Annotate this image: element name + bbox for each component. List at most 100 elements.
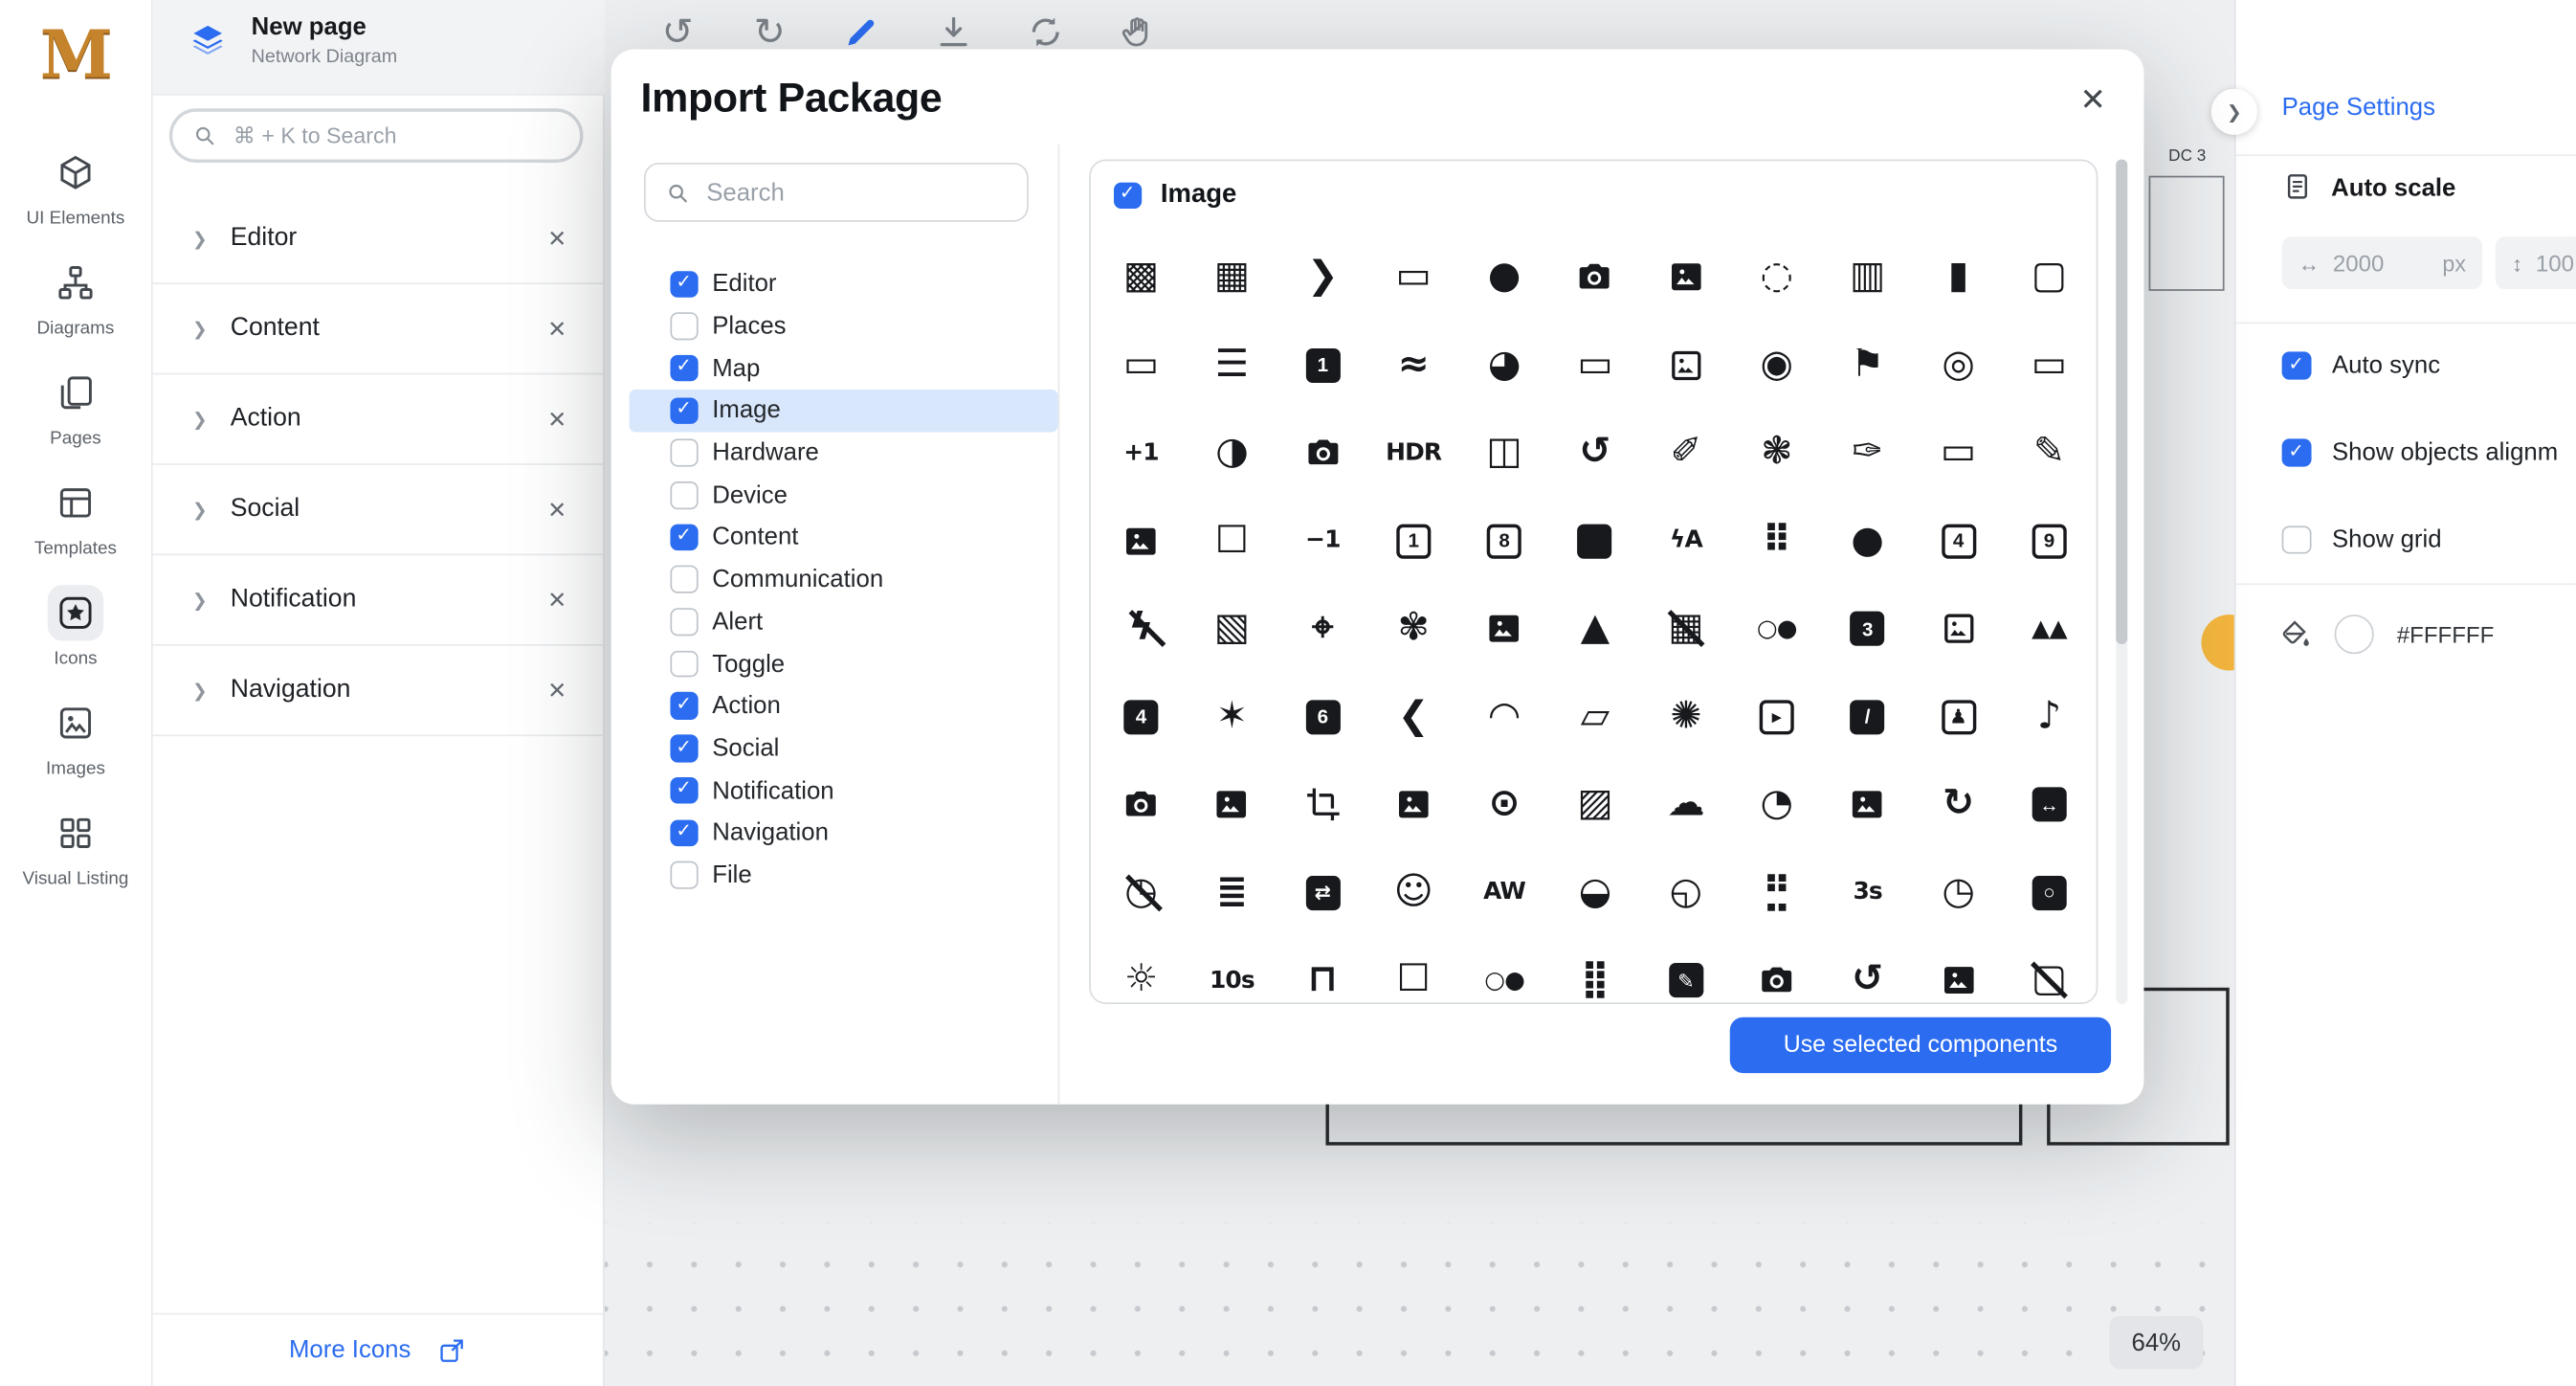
checkbox[interactable] bbox=[670, 397, 697, 424]
edit-pen-button[interactable] bbox=[841, 11, 882, 53]
filter-4-icon[interactable]: 4 bbox=[1942, 524, 1976, 558]
exposure-plus-1-icon[interactable]: +1 bbox=[1123, 440, 1158, 466]
filter-center-focus-icon[interactable]: ⌖ bbox=[1312, 610, 1333, 647]
chevron-right-icon[interactable]: ❯ bbox=[192, 589, 208, 610]
sidebar-item-visual-listing[interactable]: Visual Listing bbox=[0, 805, 152, 889]
rotate-left-icon[interactable]: ↺ bbox=[1852, 962, 1883, 999]
burst-mode-icon[interactable]: ▥ bbox=[1850, 258, 1885, 296]
category-navigation[interactable]: Navigation bbox=[630, 812, 1058, 854]
portrait-icon[interactable]: ♟ bbox=[1942, 700, 1976, 734]
checkbox[interactable] bbox=[670, 439, 697, 466]
add-a-photo-icon[interactable] bbox=[1576, 258, 1613, 296]
height-input[interactable]: ↕ bbox=[2496, 236, 2576, 289]
checkbox[interactable] bbox=[670, 608, 697, 635]
close-icon[interactable]: ✕ bbox=[547, 405, 566, 433]
checkbox[interactable] bbox=[670, 735, 697, 762]
wb-cloudy-icon[interactable]: ☁ bbox=[1667, 786, 1704, 823]
timer-icon[interactable]: ◷ bbox=[1942, 874, 1974, 911]
panorama-icon[interactable]: ▱ bbox=[1581, 698, 1610, 735]
checkbox[interactable] bbox=[670, 355, 697, 382]
adjust-icon[interactable]: ○● bbox=[1757, 615, 1797, 641]
external-link-icon[interactable] bbox=[437, 1335, 467, 1365]
sync-button[interactable] bbox=[1025, 11, 1066, 53]
checkbox[interactable] bbox=[670, 693, 697, 720]
paint-bucket-icon[interactable] bbox=[2278, 618, 2311, 651]
looks-4-icon[interactable]: 4 bbox=[1124, 700, 1159, 734]
setting-auto-sync[interactable]: Auto sync bbox=[2236, 322, 2576, 409]
category-content[interactable]: Content bbox=[630, 516, 1058, 558]
timer-off-icon[interactable]: ◷ bbox=[1124, 874, 1157, 911]
looks-one-icon[interactable]: 1 bbox=[1305, 348, 1340, 383]
checkbox[interactable] bbox=[670, 777, 697, 804]
crop-3-2-icon[interactable]: ▭ bbox=[1123, 346, 1159, 384]
undo-button[interactable]: ↺ bbox=[657, 11, 699, 53]
photo-album-icon[interactable] bbox=[1578, 524, 1612, 558]
chevron-right-icon[interactable]: ❯ bbox=[192, 409, 208, 430]
redo-button[interactable]: ↻ bbox=[749, 11, 790, 53]
filter-9-icon[interactable]: 9 bbox=[2032, 524, 2066, 558]
blur-linear-icon[interactable]: ▧ bbox=[1214, 610, 1250, 647]
use-selected-components-button[interactable]: Use selected components bbox=[1730, 1017, 2111, 1073]
category-notification[interactable]: Notification bbox=[630, 770, 1058, 812]
flare-icon[interactable]: ✶ bbox=[1216, 698, 1248, 735]
checkbox[interactable] bbox=[670, 313, 697, 340]
rotate-right-icon[interactable]: ↻ bbox=[1943, 786, 1974, 823]
category-image[interactable]: Image bbox=[630, 390, 1058, 432]
chevron-right-icon[interactable]: ❯ bbox=[192, 318, 208, 339]
fill-color-swatch[interactable] bbox=[2335, 615, 2374, 654]
image-not-supported-icon[interactable]: ▢ bbox=[2032, 962, 2067, 999]
checkbox[interactable] bbox=[670, 566, 697, 592]
wallpaper-icon[interactable] bbox=[1394, 786, 1432, 823]
modal-search[interactable] bbox=[644, 163, 1029, 222]
photo-icon[interactable] bbox=[1667, 346, 1704, 384]
checkbox[interactable] bbox=[670, 271, 697, 298]
checkbox[interactable] bbox=[2282, 351, 2311, 380]
modal-search-input[interactable] bbox=[703, 177, 1027, 209]
setting-show-objects-alignm[interactable]: Show objects alignm bbox=[2236, 409, 2576, 496]
icons-search-input[interactable] bbox=[230, 122, 580, 149]
timer-3-icon[interactable]: 3s bbox=[1853, 880, 1881, 905]
iso-icon[interactable]: ⣛ bbox=[1762, 874, 1791, 911]
zoom-level-badge[interactable]: 64% bbox=[2109, 1316, 2203, 1369]
filter-3-icon[interactable]: 3 bbox=[1851, 612, 1885, 646]
icon-section-editor[interactable]: ❯Editor✕ bbox=[153, 194, 603, 284]
color-lens-icon[interactable]: ◔ bbox=[1761, 786, 1793, 823]
chevron-right-icon[interactable]: ❯ bbox=[192, 228, 208, 249]
chevron-right-icon[interactable]: ❯ bbox=[192, 499, 208, 520]
palette-icon[interactable]: ◕ bbox=[1488, 346, 1521, 384]
switch-camera-icon[interactable]: ↔ bbox=[2032, 788, 2066, 822]
looks-icon[interactable]: ◠ bbox=[1490, 698, 1519, 735]
flash-off-icon[interactable]: ϟ bbox=[1128, 610, 1153, 647]
filter-1-icon[interactable]: 1 bbox=[1396, 524, 1431, 558]
crop-din-icon[interactable]: ▭ bbox=[1577, 346, 1612, 384]
category-social[interactable]: Social bbox=[630, 727, 1058, 770]
category-action[interactable]: Action bbox=[630, 685, 1058, 727]
checkbox[interactable] bbox=[670, 861, 697, 888]
page-settings-link[interactable]: Page Settings bbox=[2282, 94, 2435, 122]
insert-photo-icon[interactable] bbox=[1213, 786, 1251, 823]
center-focus-strong-icon[interactable]: ◉ bbox=[1761, 346, 1793, 384]
slideshow-icon[interactable]: ▸ bbox=[1760, 700, 1794, 734]
camera-roll-icon[interactable]: ○ bbox=[2032, 876, 2066, 910]
photo-camera-icon[interactable] bbox=[1304, 435, 1342, 472]
category-toggle[interactable]: Toggle bbox=[630, 643, 1058, 685]
close-icon[interactable]: ✕ bbox=[547, 586, 566, 614]
app-logo[interactable]: M bbox=[0, 16, 153, 94]
category-hardware[interactable]: Hardware bbox=[630, 432, 1058, 474]
camera-enhance-icon[interactable] bbox=[1758, 962, 1795, 999]
crop-free-icon[interactable]: ☐ bbox=[1215, 523, 1249, 560]
filter-8-icon[interactable]: 8 bbox=[1487, 524, 1521, 558]
download-button[interactable] bbox=[933, 11, 974, 53]
crop-square-icon[interactable]: ▢ bbox=[2032, 258, 2067, 296]
group-checkbox[interactable] bbox=[1114, 182, 1141, 209]
checkbox[interactable] bbox=[2282, 525, 2311, 554]
brightness-high-icon[interactable]: ✺ bbox=[1670, 698, 1701, 735]
texture-icon[interactable]: ▨ bbox=[1577, 786, 1612, 823]
category-places[interactable]: Places bbox=[630, 305, 1058, 347]
navigate-next-icon[interactable]: ❯ bbox=[1307, 258, 1339, 296]
crop-rotate-icon[interactable]: ↺ bbox=[1579, 435, 1610, 472]
add-photo-alternate-icon[interactable] bbox=[1667, 258, 1704, 296]
close-icon[interactable]: ✕ bbox=[547, 224, 566, 252]
hdr-on-icon[interactable]: HDR bbox=[1386, 440, 1441, 466]
grid-off-icon[interactable]: ▦ bbox=[1668, 610, 1703, 647]
